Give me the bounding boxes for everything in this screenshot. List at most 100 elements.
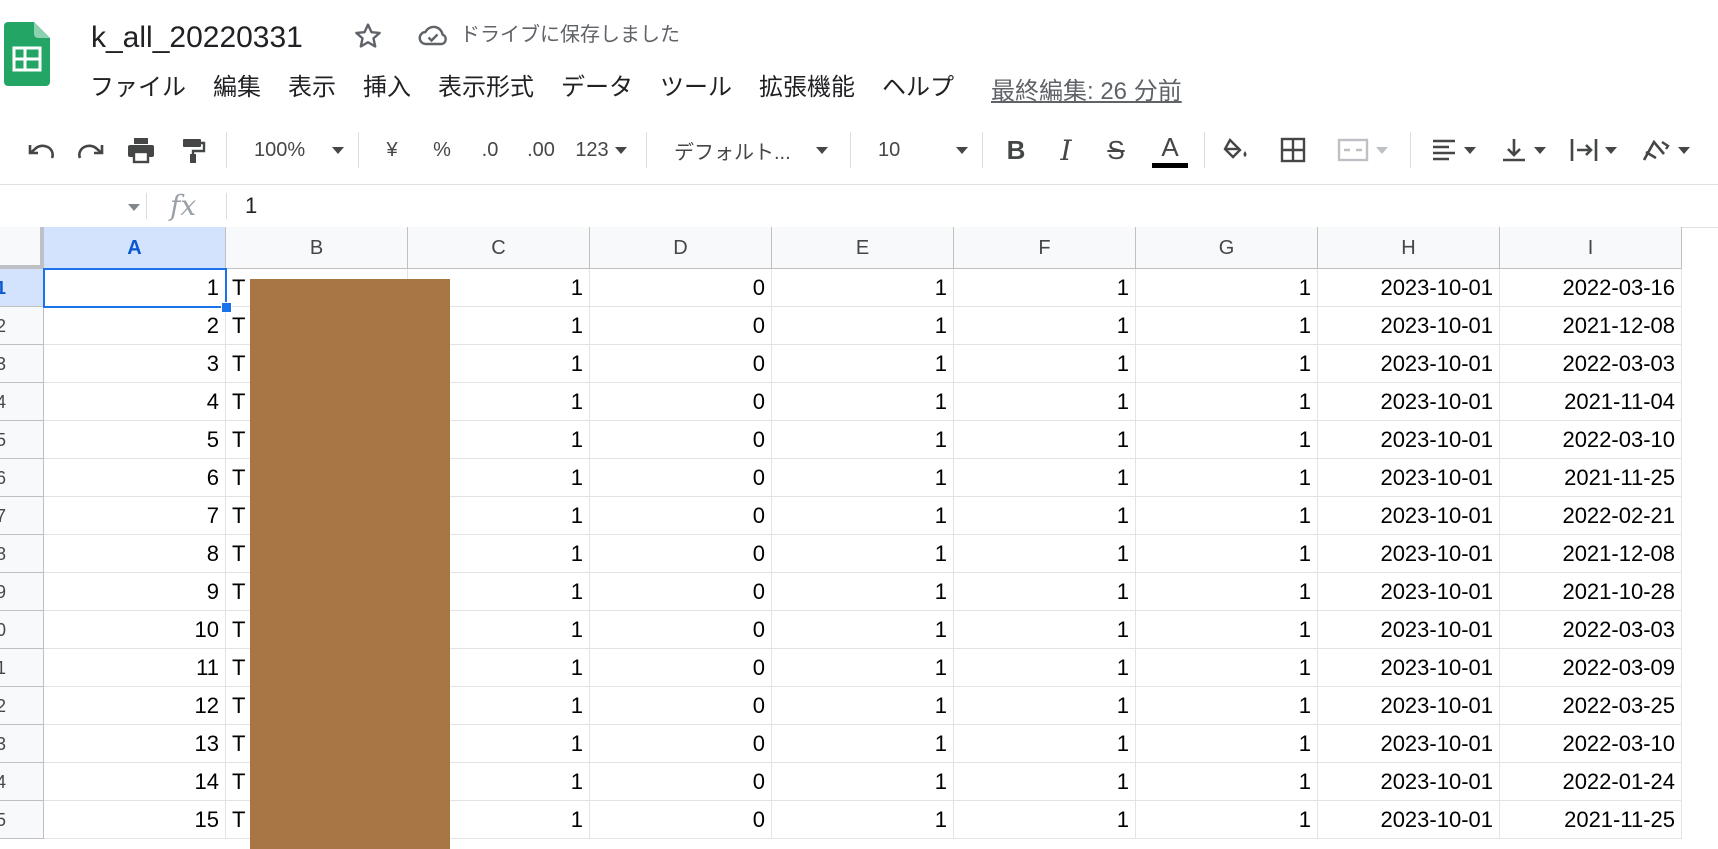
row-header[interactable]: 5 — [0, 801, 44, 839]
cell-e15[interactable]: 1 — [772, 801, 954, 839]
column-header-a[interactable]: A — [44, 227, 226, 269]
cell-d4[interactable]: 0 — [590, 383, 772, 421]
cell-g15[interactable]: 1 — [1136, 801, 1318, 839]
cell-f1[interactable]: 1 — [954, 269, 1136, 307]
cell-h12[interactable]: 2023-10-01 — [1318, 687, 1500, 725]
cell-d11[interactable]: 0 — [590, 649, 772, 687]
row-header[interactable]: 4 — [0, 763, 44, 801]
menu-insert[interactable]: 挿入 — [363, 70, 411, 106]
cell-f11[interactable]: 1 — [954, 649, 1136, 687]
merge-cells-button[interactable] — [1326, 126, 1398, 174]
cell-e12[interactable]: 1 — [772, 687, 954, 725]
formula-input[interactable]: 1 — [245, 185, 257, 227]
row-header[interactable]: 6 — [0, 459, 44, 497]
row-header[interactable]: 2 — [0, 307, 44, 345]
row-header[interactable]: 1 — [0, 269, 44, 307]
cell-f4[interactable]: 1 — [954, 383, 1136, 421]
borders-button[interactable] — [1272, 126, 1314, 174]
cell-g3[interactable]: 1 — [1136, 345, 1318, 383]
document-title[interactable]: k_all_20220331 — [91, 18, 303, 58]
cell-e13[interactable]: 1 — [772, 725, 954, 763]
cell-i6[interactable]: 2021-11-25 — [1500, 459, 1682, 497]
cell-e8[interactable]: 1 — [772, 535, 954, 573]
fill-color-button[interactable] — [1216, 126, 1258, 174]
column-header-c[interactable]: C — [408, 227, 590, 269]
row-header[interactable]: 1 — [0, 649, 44, 687]
cell-f14[interactable]: 1 — [954, 763, 1136, 801]
cell-d15[interactable]: 0 — [590, 801, 772, 839]
cell-f10[interactable]: 1 — [954, 611, 1136, 649]
zoom-select[interactable]: 100% — [240, 126, 350, 174]
cell-g10[interactable]: 1 — [1136, 611, 1318, 649]
cell-d8[interactable]: 0 — [590, 535, 772, 573]
cell-i3[interactable]: 2022-03-03 — [1500, 345, 1682, 383]
font-size-select[interactable]: 10 — [864, 126, 972, 174]
cell-g11[interactable]: 1 — [1136, 649, 1318, 687]
cell-a15[interactable]: 15 — [44, 801, 226, 839]
cell-f6[interactable]: 1 — [954, 459, 1136, 497]
menu-view[interactable]: 表示 — [288, 70, 336, 106]
percent-format-button[interactable]: % — [422, 126, 462, 174]
cell-g2[interactable]: 1 — [1136, 307, 1318, 345]
cell-e14[interactable]: 1 — [772, 763, 954, 801]
cell-i11[interactable]: 2022-03-09 — [1500, 649, 1682, 687]
cell-d9[interactable]: 0 — [590, 573, 772, 611]
cell-a12[interactable]: 12 — [44, 687, 226, 725]
cell-h4[interactable]: 2023-10-01 — [1318, 383, 1500, 421]
undo-button[interactable] — [20, 126, 62, 174]
menu-extensions[interactable]: 拡張機能 — [759, 70, 855, 106]
menu-format[interactable]: 表示形式 — [438, 70, 534, 106]
text-color-button[interactable]: A — [1146, 126, 1194, 174]
cell-d7[interactable]: 0 — [590, 497, 772, 535]
cell-h3[interactable]: 2023-10-01 — [1318, 345, 1500, 383]
horizontal-align-button[interactable] — [1422, 126, 1484, 174]
more-formats-button[interactable]: 123 — [572, 126, 630, 174]
cell-f7[interactable]: 1 — [954, 497, 1136, 535]
cell-g9[interactable]: 1 — [1136, 573, 1318, 611]
row-header[interactable]: 0 — [0, 611, 44, 649]
decrease-decimal-button[interactable]: .0 — [470, 126, 510, 174]
cell-g5[interactable]: 1 — [1136, 421, 1318, 459]
column-header-e[interactable]: E — [772, 227, 954, 269]
column-header-d[interactable]: D — [590, 227, 772, 269]
cell-i8[interactable]: 2021-12-08 — [1500, 535, 1682, 573]
cell-a8[interactable]: 8 — [44, 535, 226, 573]
cell-f3[interactable]: 1 — [954, 345, 1136, 383]
cell-d10[interactable]: 0 — [590, 611, 772, 649]
cell-g1[interactable]: 1 — [1136, 269, 1318, 307]
row-header[interactable]: 9 — [0, 573, 44, 611]
cell-d5[interactable]: 0 — [590, 421, 772, 459]
cell-a4[interactable]: 4 — [44, 383, 226, 421]
cell-a5[interactable]: 5 — [44, 421, 226, 459]
cell-f5[interactable]: 1 — [954, 421, 1136, 459]
print-button[interactable] — [120, 126, 162, 174]
cell-h10[interactable]: 2023-10-01 — [1318, 611, 1500, 649]
cell-a9[interactable]: 9 — [44, 573, 226, 611]
cell-h2[interactable]: 2023-10-01 — [1318, 307, 1500, 345]
cell-h14[interactable]: 2023-10-01 — [1318, 763, 1500, 801]
column-header-b[interactable]: B — [226, 227, 408, 269]
cell-i4[interactable]: 2021-11-04 — [1500, 383, 1682, 421]
strikethrough-button[interactable]: S — [1096, 126, 1136, 174]
menu-file[interactable]: ファイル — [90, 70, 186, 106]
cell-d3[interactable]: 0 — [590, 345, 772, 383]
column-header-g[interactable]: G — [1136, 227, 1318, 269]
currency-format-button[interactable]: ¥ — [372, 126, 412, 174]
name-box[interactable] — [0, 185, 140, 227]
cell-g12[interactable]: 1 — [1136, 687, 1318, 725]
paint-format-button[interactable] — [172, 126, 214, 174]
chevron-down-icon[interactable] — [128, 204, 140, 211]
star-icon[interactable] — [352, 18, 384, 54]
italic-button[interactable]: I — [1046, 126, 1086, 174]
cell-i13[interactable]: 2022-03-10 — [1500, 725, 1682, 763]
last-edit-link[interactable]: 最終編集: 26 分前 — [991, 71, 1182, 106]
increase-decimal-button[interactable]: .00 — [518, 126, 564, 174]
cell-h6[interactable]: 2023-10-01 — [1318, 459, 1500, 497]
cell-e5[interactable]: 1 — [772, 421, 954, 459]
row-header[interactable]: 2 — [0, 687, 44, 725]
cell-a10[interactable]: 10 — [44, 611, 226, 649]
cell-a14[interactable]: 14 — [44, 763, 226, 801]
cell-g13[interactable]: 1 — [1136, 725, 1318, 763]
menu-tools[interactable]: ツール — [660, 70, 732, 106]
cell-i14[interactable]: 2022-01-24 — [1500, 763, 1682, 801]
